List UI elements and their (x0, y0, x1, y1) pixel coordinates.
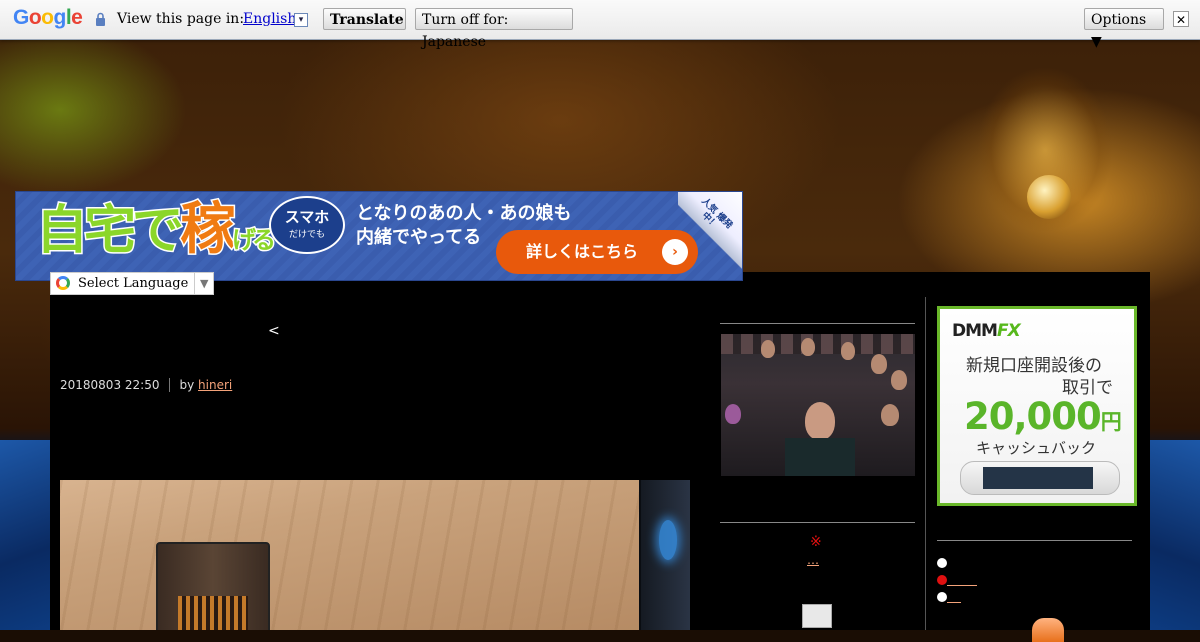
divider (720, 522, 915, 523)
post-author-link[interactable]: hineri (198, 378, 232, 392)
thumbnail-figure (805, 402, 835, 440)
photo-floor (60, 480, 690, 630)
language-link[interactable]: English (243, 11, 296, 27)
banner-ad[interactable]: 自宅で稼げる スマホ だけでも となりのあの人・あの娘も 内緒でやってる 詳しく… (15, 191, 743, 281)
dropdown-caret-icon[interactable]: ▾ (294, 13, 308, 27)
banner-headline-a: 自宅で (34, 200, 185, 263)
lock-icon (96, 12, 105, 26)
water-artwork-left (0, 440, 52, 630)
photo-led (659, 520, 677, 560)
banner-cta-button[interactable]: 詳しくはこちら › (496, 230, 698, 274)
list-item-link (947, 601, 961, 603)
banner-headline-b: げる (231, 225, 278, 256)
post-meta: 20180803 22:50 by hineri (60, 378, 232, 392)
options-button[interactable]: Options ▼ (1084, 8, 1164, 50)
language-select[interactable]: Select Language ▼ (50, 272, 214, 295)
thumbnail-figure (841, 342, 855, 360)
translate-button[interactable]: Translate (323, 8, 406, 30)
thumbnail-figure (785, 438, 855, 476)
translate-prompt: View this page in: (117, 11, 245, 27)
movie-thumbnail[interactable] (721, 334, 915, 476)
banner-speech-bubble: スマホ だけでも (269, 196, 345, 254)
photo-device (156, 542, 270, 630)
google-g-icon (56, 276, 70, 290)
bullet-icon (937, 592, 947, 602)
ad-amount: 20,000円 (964, 395, 1122, 438)
phone-image (960, 461, 1120, 495)
post-by: by (179, 378, 195, 392)
banner-copy-line-1: となりのあの人・あの娘も (356, 203, 572, 224)
dragon-orb (1027, 175, 1071, 219)
more-link[interactable]: … (807, 553, 819, 567)
bullet-icon (937, 575, 947, 585)
bubble-line-2: だけでも (288, 230, 325, 240)
bullet-icon (937, 558, 947, 568)
banner-cta-label: 詳しくはこちら (526, 242, 639, 261)
column-divider (925, 297, 926, 630)
bubble-line-1: スマホ (284, 208, 330, 226)
post-date: 20180803 22:50 (60, 378, 160, 392)
meta-divider (169, 378, 171, 392)
ad-currency: 円 (1100, 410, 1122, 434)
chevron-down-icon: ▼ (194, 273, 208, 294)
photo-rig (639, 480, 690, 630)
thumbnail-figure (761, 340, 775, 358)
thumbnail-lights (721, 334, 915, 354)
thumbnail-figure (725, 404, 741, 424)
banner-headline: 自宅で稼げる (34, 197, 278, 270)
water-artwork-right (1148, 440, 1200, 630)
ad-amount-value: 20,000 (964, 395, 1102, 438)
thumbnail-figure (871, 354, 887, 374)
banner-headline-big: 稼 (179, 197, 238, 262)
divider (937, 540, 1132, 541)
divider (720, 323, 915, 324)
thumbnail-figure (881, 404, 899, 426)
turn-off-button[interactable]: Turn off for: Japanese (415, 8, 573, 50)
rss-icon[interactable] (1032, 618, 1064, 642)
notice-mark: ※ (810, 534, 822, 550)
list-item[interactable] (937, 556, 947, 570)
photo-fan (178, 596, 248, 630)
thumbnail-figure (801, 338, 815, 356)
close-icon[interactable]: ✕ (1173, 11, 1189, 27)
list-item[interactable] (937, 573, 977, 587)
sidebar-ad[interactable]: DMMFX 新規口座開設後の 取引で 20,000円 キャッシュバック (937, 306, 1137, 506)
dmm-fx-logo: DMMFX (952, 321, 1021, 341)
google-logo: Google (13, 6, 83, 29)
logo-brand: DMM (952, 321, 998, 341)
post-photo (60, 480, 690, 630)
list-item[interactable] (937, 590, 961, 604)
small-button[interactable] (802, 604, 832, 628)
thumbnail-figure (891, 370, 907, 390)
dragon-artwork (925, 50, 1165, 280)
list-item-link (947, 584, 977, 586)
language-select-label: Select Language (78, 276, 189, 291)
translate-bar: Google View this page in: English ▾ Tran… (0, 0, 1200, 50)
post-nav-prev[interactable]: < (268, 323, 280, 339)
logo-fx: FX (996, 321, 1021, 341)
phone-screen (983, 467, 1093, 489)
ad-line-3: キャッシュバック (976, 439, 1097, 457)
